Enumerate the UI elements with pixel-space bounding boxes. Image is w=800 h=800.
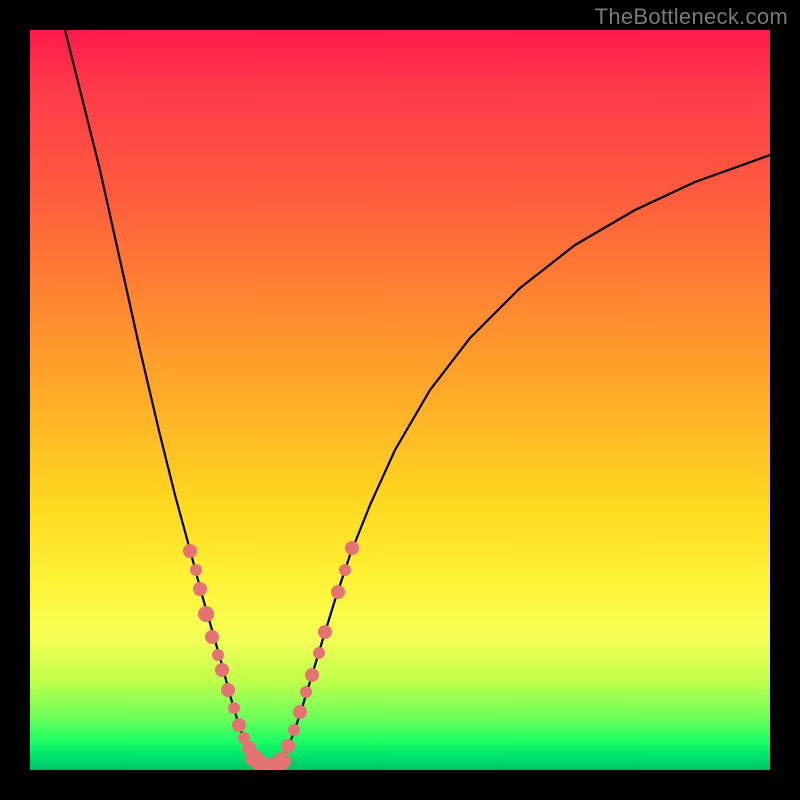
data-marker xyxy=(293,705,307,719)
data-marker xyxy=(215,663,229,677)
marker-group xyxy=(183,541,359,770)
watermark-text: TheBottleneck.com xyxy=(595,4,788,30)
data-marker xyxy=(318,625,332,639)
data-marker xyxy=(339,564,351,576)
chart-svg xyxy=(30,30,770,770)
data-marker xyxy=(345,541,359,555)
data-marker xyxy=(305,668,319,682)
data-marker xyxy=(281,739,295,753)
data-marker xyxy=(288,724,300,736)
plot-area xyxy=(30,30,770,770)
data-marker xyxy=(212,649,224,661)
valley-curve-right xyxy=(270,155,770,767)
data-marker xyxy=(300,686,312,698)
data-marker xyxy=(313,647,325,659)
data-marker xyxy=(205,630,219,644)
data-marker xyxy=(228,702,240,714)
valley-curve-left xyxy=(65,30,270,767)
data-marker xyxy=(193,582,207,596)
data-marker xyxy=(221,683,235,697)
data-marker xyxy=(331,585,345,599)
chart-frame: TheBottleneck.com xyxy=(0,0,800,800)
data-marker xyxy=(232,718,246,732)
data-marker xyxy=(183,544,197,558)
data-marker xyxy=(198,606,214,622)
data-marker xyxy=(190,564,202,576)
data-marker xyxy=(273,752,291,770)
